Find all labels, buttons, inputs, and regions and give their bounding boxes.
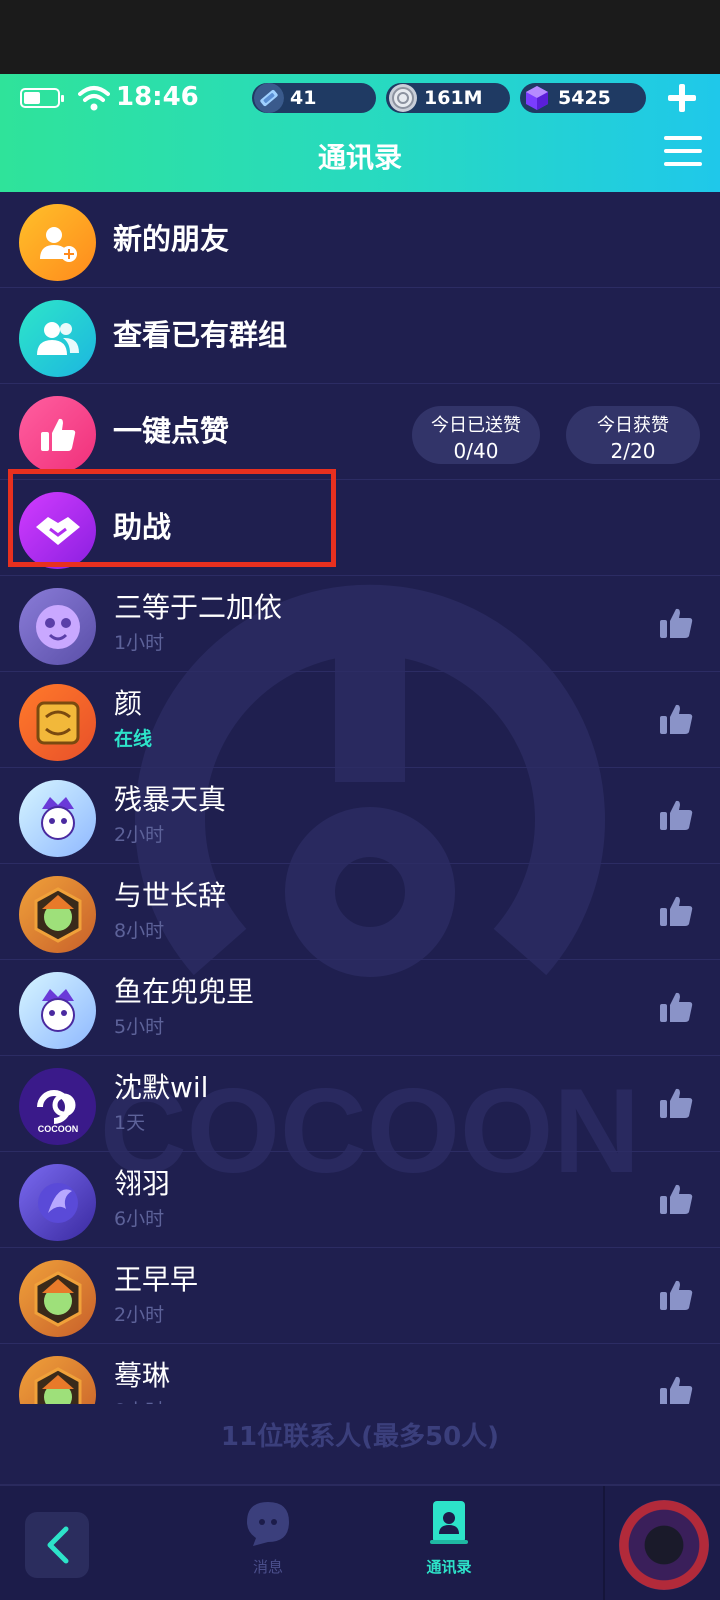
resource-ticket-value: 41 — [290, 87, 317, 109]
contact-status: 8小时 — [114, 1396, 164, 1404]
resource-coin-value: 161M — [424, 87, 483, 109]
group-icon — [19, 300, 96, 377]
like-icon[interactable] — [658, 990, 694, 1024]
like-icon[interactable] — [658, 798, 694, 832]
resource-gem-value: 5425 — [558, 87, 611, 109]
contact-row[interactable]: 残暴天真 2小时 — [0, 768, 720, 864]
tab-contacts-label: 通讯录 — [426, 1558, 472, 1576]
battery-icon — [20, 88, 64, 108]
assist-highlight-box — [8, 469, 336, 567]
like-icon[interactable] — [658, 894, 694, 928]
contact-avatar — [19, 876, 96, 953]
contact-avatar — [19, 1164, 96, 1241]
one-click-like-row[interactable]: 一键点赞 今日已送赞 0/40 今日获赞 2/20 — [0, 384, 720, 480]
coin-icon — [389, 84, 417, 112]
top-system-bar — [0, 0, 720, 74]
contact-avatar — [19, 1260, 96, 1337]
nav-divider — [603, 1486, 605, 1600]
ticket-icon — [254, 83, 284, 113]
tab-messages[interactable]: 消息 — [213, 1498, 323, 1577]
tab-contacts[interactable]: 通讯录 — [394, 1498, 504, 1577]
contact-row[interactable]: 鱼在兜兜里 5小时 — [0, 960, 720, 1056]
chevron-left-icon — [47, 1526, 69, 1564]
like-icon[interactable] — [658, 702, 694, 736]
contact-avatar — [19, 588, 96, 665]
contact-avatar — [19, 1356, 96, 1404]
contact-status: 1小时 — [114, 632, 165, 654]
contact-row[interactable]: 蓦琳 8小时 — [0, 1344, 720, 1404]
contact-row[interactable]: 王早早 2小时 — [0, 1248, 720, 1344]
contact-row[interactable]: 翎羽 6小时 — [0, 1152, 720, 1248]
resource-gem[interactable]: 5425 — [520, 83, 646, 113]
status-bar: 18:46 41 161M 5425 — [0, 74, 720, 122]
contact-status: 2小时 — [114, 824, 165, 846]
status-time: 18:46 — [116, 82, 199, 112]
back-button[interactable] — [25, 1512, 89, 1578]
add-resource-icon[interactable] — [664, 78, 700, 118]
contact-name: 王早早 — [114, 1263, 199, 1296]
contact-name: 与世长辞 — [114, 879, 227, 912]
new-friends-row[interactable]: 新的朋友 — [0, 192, 720, 288]
sent-likes-label: 今日已送赞 — [431, 415, 521, 436]
contact-row[interactable]: 颜 在线 — [0, 672, 720, 768]
contact-row[interactable]: COCOON 沈默wil 1天 — [0, 1056, 720, 1152]
groups-label: 查看已有群组 — [113, 318, 288, 352]
resource-coin[interactable]: 161M — [386, 83, 510, 113]
sent-likes-counter: 今日已送赞 0/40 — [412, 406, 540, 464]
groups-row[interactable]: 查看已有群组 — [0, 288, 720, 384]
thumbs-up-icon — [19, 396, 96, 473]
contact-avatar — [19, 780, 96, 857]
chat-bubble-icon — [247, 1502, 289, 1546]
contact-name: 残暴天真 — [114, 783, 227, 816]
contact-name: 翎羽 — [114, 1167, 171, 1200]
contact-name: 颜 — [114, 687, 143, 720]
contact-status: 8小时 — [114, 920, 165, 942]
sent-likes-value: 0/40 — [453, 439, 499, 463]
received-likes-counter: 今日获赞 2/20 — [566, 406, 700, 464]
bottom-nav: 消息 通讯录 — [0, 1484, 720, 1600]
contact-name: 蓦琳 — [114, 1359, 171, 1392]
like-icon[interactable] — [658, 1278, 694, 1312]
contact-row[interactable]: 三等于二加依 1小时 — [0, 576, 720, 672]
like-icon[interactable] — [658, 1374, 694, 1404]
received-likes-value: 2/20 — [610, 439, 656, 463]
like-icon[interactable] — [658, 1182, 694, 1216]
tab-messages-label: 消息 — [252, 1558, 283, 1576]
page-title: 通讯录 — [317, 141, 402, 174]
contact-avatar — [19, 972, 96, 1049]
contact-name: 三等于二加依 — [114, 591, 283, 624]
contact-status: 6小时 — [114, 1208, 165, 1230]
cocoon-logo-avatar: COCOON — [19, 1068, 96, 1145]
resource-ticket[interactable]: 41 — [252, 83, 376, 113]
profile-avatar[interactable] — [619, 1500, 709, 1590]
contacts-list[interactable]: COCOON 新的朋友 查看已有群组 一键点赞 今日已送赞 0/40 今日获赞 … — [0, 192, 720, 1484]
like-icon[interactable] — [658, 1086, 694, 1120]
new-friends-label: 新的朋友 — [113, 222, 230, 256]
received-likes-label: 今日获赞 — [597, 415, 669, 436]
menu-icon[interactable] — [664, 136, 702, 170]
contact-count-text: 11位联系人(最多50人) — [220, 1422, 500, 1452]
contacts-book-icon — [430, 1501, 468, 1544]
contact-avatar — [19, 684, 96, 761]
header: 18:46 41 161M 5425 通讯录 — [0, 74, 720, 192]
contact-row[interactable]: 与世长辞 8小时 — [0, 864, 720, 960]
wifi-icon — [78, 86, 110, 111]
contact-name: 沈默wil — [114, 1071, 209, 1104]
contact-status: 2小时 — [114, 1304, 165, 1326]
svg-text:COCOON: COCOON — [37, 1124, 78, 1134]
contact-name: 鱼在兜兜里 — [114, 975, 255, 1008]
contact-status: 1天 — [114, 1112, 146, 1134]
add-friend-icon — [19, 204, 96, 281]
gem-cube-icon — [526, 86, 548, 110]
one-click-like-label: 一键点赞 — [113, 414, 230, 448]
like-icon[interactable] — [658, 606, 694, 640]
contact-status: 5小时 — [114, 1016, 165, 1038]
contact-status: 在线 — [114, 728, 153, 750]
